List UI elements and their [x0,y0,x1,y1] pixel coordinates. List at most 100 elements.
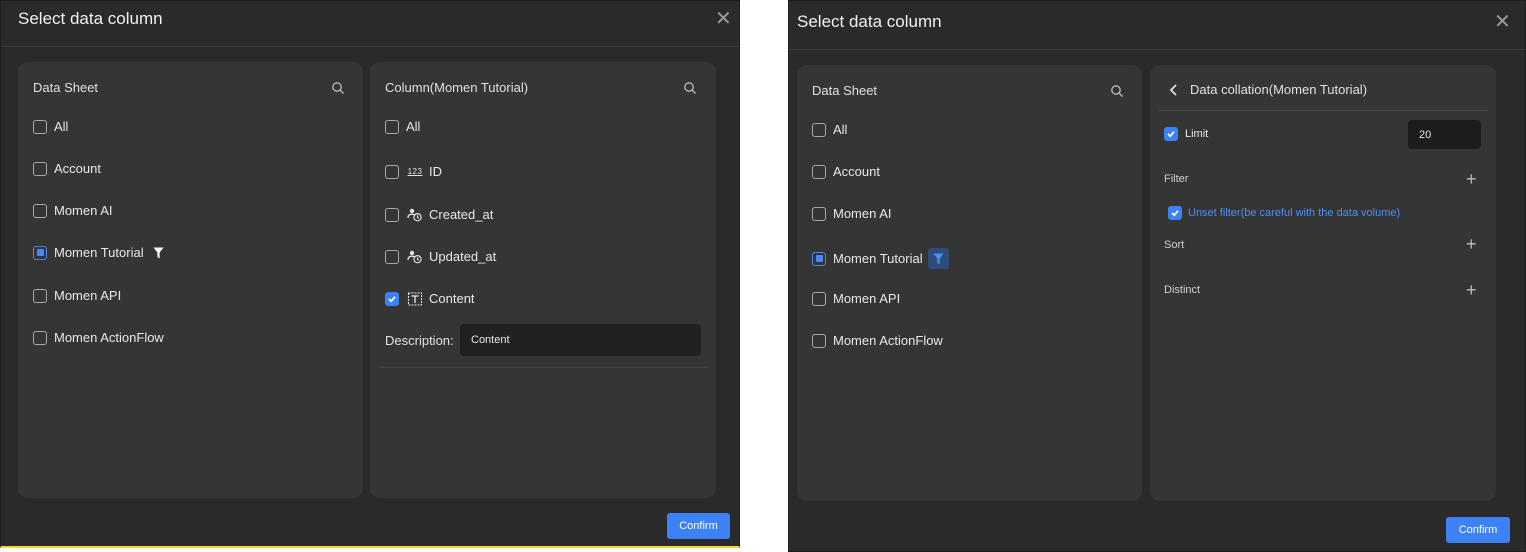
unset-filter-checkbox[interactable] [1168,206,1182,220]
checkbox[interactable] [812,251,826,266]
sheet-item[interactable]: Momen Tutorial [33,245,164,260]
checkbox[interactable] [385,164,399,179]
checkbox[interactable] [385,207,399,222]
sheet-item[interactable]: Momen ActionFlow [33,330,164,345]
add-filter-button[interactable]: + [1466,170,1477,188]
column-panel: Column(Momen Tutorial) All 123 ID Created_a… [370,62,716,498]
dialog-title: Select data column [18,9,163,28]
panel-title: Data Sheet [33,80,99,95]
sheet-item-label: Account [54,161,101,176]
sort-label: Sort [1164,239,1185,251]
description-label: Description: [385,333,454,348]
search-icon[interactable] [1110,84,1124,98]
column-item[interactable]: Updated_at [385,249,496,264]
checkbox[interactable] [33,245,47,260]
close-icon[interactable]: ✕ [715,9,732,29]
sheet-item[interactable]: Account [33,161,101,176]
panel-title: Data Sheet [812,83,878,98]
add-distinct-button[interactable]: + [1466,281,1477,299]
column-item[interactable]: Created_at [385,207,493,222]
column-item-label: Updated_at [429,249,497,264]
close-icon[interactable]: ✕ [1494,12,1511,32]
checkbox[interactable] [33,203,47,218]
confirm-button[interactable]: Confirm [667,513,730,539]
data-sheet-panel: Data Sheet All Account Momen AI Momen Tutor… [797,65,1142,501]
sheet-item-label: All [833,122,848,137]
checkbox[interactable] [33,119,47,134]
dialog-title: Select data column [797,12,942,31]
checkbox[interactable] [385,249,399,264]
sheet-item[interactable]: All [33,119,68,134]
checkbox[interactable] [812,291,826,306]
filter-label: Filter [1164,173,1189,185]
panel-title: Data collation(Momen Tutorial) [1190,82,1368,97]
funnel-icon [153,247,164,258]
confirm-button[interactable]: Confirm [1446,517,1510,543]
filter-indicator[interactable] [153,247,164,259]
sheet-item-label: Momen API [833,291,901,306]
sheet-item-label: Momen Tutorial [54,245,144,260]
back-chevron-icon[interactable] [1169,84,1179,96]
checkbox[interactable] [385,291,399,306]
search-icon[interactable] [331,81,345,95]
sheet-item-label: Momen AI [54,203,113,218]
column-item-label: Content [429,291,475,306]
checkbox[interactable] [812,122,826,137]
sheet-item[interactable]: Momen API [812,291,900,306]
panel-title: Column(Momen Tutorial) [385,80,529,95]
limit-label: Limit [1185,128,1209,140]
checkbox[interactable] [812,164,826,179]
column-item-label: ID [429,164,442,179]
sheet-item-label: All [54,119,69,134]
number-type-icon-text: 123 [407,167,423,176]
column-item[interactable]: 123 ID [385,164,442,179]
search-icon[interactable] [683,81,697,95]
funnel-icon [933,253,944,264]
check-icon [1167,131,1175,138]
data-collation-panel: Data collation(Momen Tutorial) Limit 20 … [1150,65,1496,501]
checkbox[interactable] [812,206,826,221]
distinct-label: Distinct [1164,284,1201,296]
check-icon [388,295,396,302]
checkbox[interactable] [33,161,47,176]
limit-checkbox[interactable] [1164,127,1178,141]
unset-filter-row[interactable]: Unset filter(be careful with the data vo… [1168,206,1400,220]
datetime-type-icon [406,250,424,264]
datetime-type-icon [406,208,424,222]
sheet-item[interactable]: All [812,122,847,137]
header-divider [789,49,1525,50]
divider [1158,110,1488,111]
header-divider [1,46,739,47]
checkbox[interactable] [33,288,47,303]
select-column-dialog-left: Select data column ✕ Data Sheet All Accou… [0,0,740,548]
sheet-item[interactable]: Momen ActionFlow [812,333,943,348]
check-icon [1171,210,1179,217]
sheet-item[interactable]: Momen AI [812,206,892,221]
description-input[interactable]: Content [460,324,701,356]
filter-indicator[interactable] [927,248,949,269]
sheet-item[interactable]: Momen Tutorial [812,248,949,269]
sheet-item-label: Momen ActionFlow [833,333,943,348]
sheet-item-label: Momen API [54,288,122,303]
data-sheet-panel: Data Sheet All Account Momen AI Momen Tutor… [18,62,363,498]
column-item-label: Created_at [429,207,494,222]
number-type-icon: 123 [406,165,424,179]
checkbox[interactable] [385,119,399,134]
divider [378,367,708,368]
sheet-item[interactable]: Momen AI [33,203,113,218]
select-column-dialog-right: Select data column ✕ Data Sheet All Accou… [788,0,1526,552]
unset-filter-label: Unset filter(be careful with the data vo… [1188,207,1401,219]
limit-checkbox-row[interactable]: Limit [1164,127,1208,141]
column-item[interactable]: Content [385,291,475,306]
limit-input[interactable]: 20 [1408,120,1481,149]
sheet-item-label: Momen Tutorial [833,251,923,266]
column-item[interactable]: All [385,119,420,134]
add-sort-button[interactable]: + [1466,235,1477,253]
sheet-item[interactable]: Momen API [33,288,121,303]
sheet-item-label: Momen ActionFlow [54,330,164,345]
sheet-item[interactable]: Account [812,164,880,179]
text-type-icon [406,291,424,306]
checkbox[interactable] [812,333,826,348]
checkbox[interactable] [33,330,47,345]
sheet-item-label: Account [833,164,880,179]
